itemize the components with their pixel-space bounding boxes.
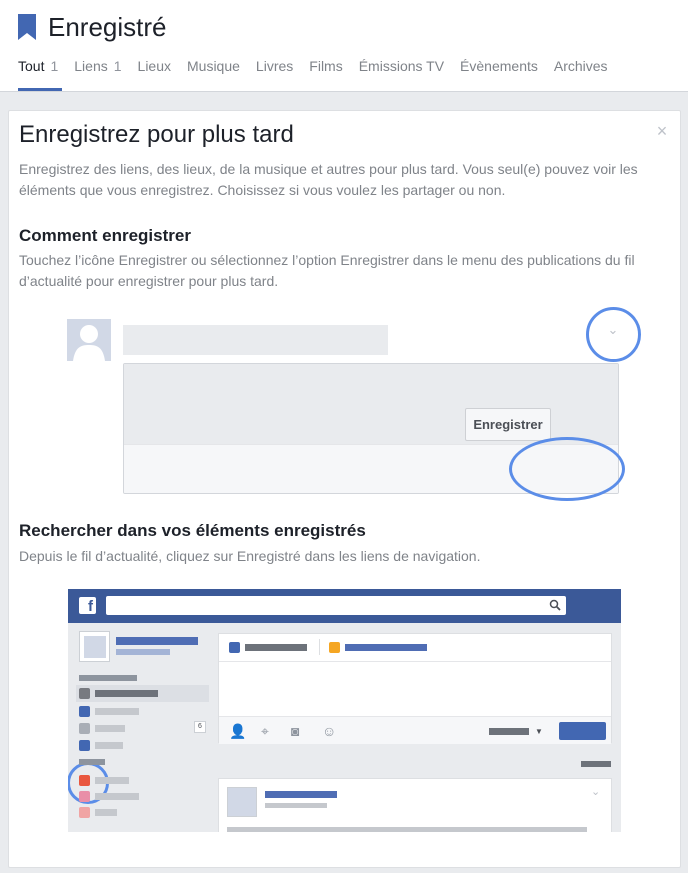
section-how-to-save-title: Comment enregistrer <box>19 226 191 245</box>
tab-music[interactable]: Musique <box>187 58 240 91</box>
tab-books[interactable]: Livres <box>256 58 293 91</box>
chevron-down-icon: ⌄ <box>591 786 601 798</box>
tab-events[interactable]: Évènements <box>460 58 538 91</box>
composer-tab-bar <box>345 644 427 651</box>
silhouette-icon <box>73 325 105 361</box>
save-button[interactable]: Enregistrer <box>465 408 551 441</box>
pages-icon <box>79 775 90 786</box>
avatar <box>79 631 110 662</box>
section-find-saved-text: Depuis le fil d’actualité, cliquez sur E… <box>19 548 481 564</box>
close-icon[interactable]: × <box>654 121 670 141</box>
emoji-icon: ☺ <box>322 723 337 739</box>
tab-all-count: 1 <box>50 58 59 74</box>
events-icon <box>79 723 90 734</box>
card-title: Enregistrez pour plus tard <box>19 121 294 148</box>
status-icon <box>229 642 240 653</box>
search-input <box>106 596 566 615</box>
highlight-ring <box>509 437 625 501</box>
nav-item-bar <box>95 708 139 715</box>
sort-bar <box>581 761 611 767</box>
nav-item-bar <box>95 777 129 784</box>
story-text-bar <box>227 827 587 832</box>
story-name-bar <box>265 791 337 798</box>
tab-archives[interactable]: Archives <box>554 58 608 91</box>
highlight-ring <box>586 307 641 362</box>
caret-down-icon: ▼ <box>535 727 543 736</box>
section-how-to-save-text: Touchez l’icône Enregistrer ou sélection… <box>19 252 635 289</box>
feed-story-panel: ⌄ <box>218 778 612 832</box>
nav-item-bar <box>95 809 117 816</box>
tab-links-label: Liens <box>74 58 108 74</box>
messages-icon <box>79 706 90 717</box>
filter-tabs: Tout 1 Liens 1 Lieux Musique Livres Films … <box>18 58 624 91</box>
save-for-later-card: × Enregistrez pour plus tard Enregistrez… <box>8 110 681 868</box>
left-navigation: 6 <box>68 623 218 832</box>
avatar <box>67 319 111 361</box>
page-header: Enregistré Tout 1 Liens 1 Lieux Musique Li… <box>0 0 688 92</box>
facebook-logo-icon: f <box>79 597 96 615</box>
page-title: Enregistré <box>48 11 167 42</box>
apps-icon <box>79 807 90 818</box>
tab-all[interactable]: Tout 1 <box>18 58 63 91</box>
composer-footer: 👤 ⌖ ◙ ☺ ▼ <box>219 716 611 744</box>
saved-bookmark-icon[interactable] <box>79 740 90 751</box>
profile-name-bar <box>116 637 198 645</box>
nav-item-bar <box>95 690 158 697</box>
top-bar: f <box>68 589 621 623</box>
profile-sub-bar <box>116 649 170 655</box>
tab-places[interactable]: Lieux <box>138 58 171 91</box>
tab-tv-shows[interactable]: Émissions TV <box>359 58 444 91</box>
composer-tab-bar <box>245 644 307 651</box>
composer-panel: 👤 ⌖ ◙ ☺ ▼ <box>218 633 612 744</box>
audience-selector <box>489 728 529 735</box>
location-pin-icon: ⌖ <box>261 723 269 739</box>
card-intro: Enregistrez des liens, des lieux, de la … <box>19 161 638 198</box>
news-feed-illustration: f 6 👤 ⌖ ◙ ☺ ▼ ⌄ <box>68 589 621 832</box>
count-badge: 6 <box>194 721 206 733</box>
places-icon <box>79 791 90 802</box>
tag-friends-icon: 👤 <box>229 723 247 739</box>
search-icon <box>549 599 561 611</box>
avatar <box>227 787 257 817</box>
save-illustration: ⌄ Enregistrer <box>67 307 641 501</box>
name-placeholder <box>123 325 388 355</box>
photo-icon <box>329 642 340 653</box>
tab-all-label: Tout <box>18 58 45 74</box>
tab-links[interactable]: Liens 1 <box>74 58 121 91</box>
nav-item-bar <box>95 725 125 732</box>
bookmark-icon <box>18 14 36 40</box>
news-feed-icon <box>79 688 90 699</box>
nav-item-bar <box>95 793 139 800</box>
tab-links-count: 1 <box>113 58 122 74</box>
title-row: Enregistré <box>18 10 167 44</box>
camera-icon: ◙ <box>291 723 300 739</box>
nav-heading-bar <box>79 759 105 765</box>
post-button <box>559 722 606 740</box>
nav-item-bar <box>95 742 123 749</box>
section-find-saved-title: Rechercher dans vos éléments enregistrés <box>19 521 366 540</box>
story-time-bar <box>265 803 327 808</box>
nav-heading-bar <box>79 675 137 681</box>
tab-movies[interactable]: Films <box>309 58 342 91</box>
